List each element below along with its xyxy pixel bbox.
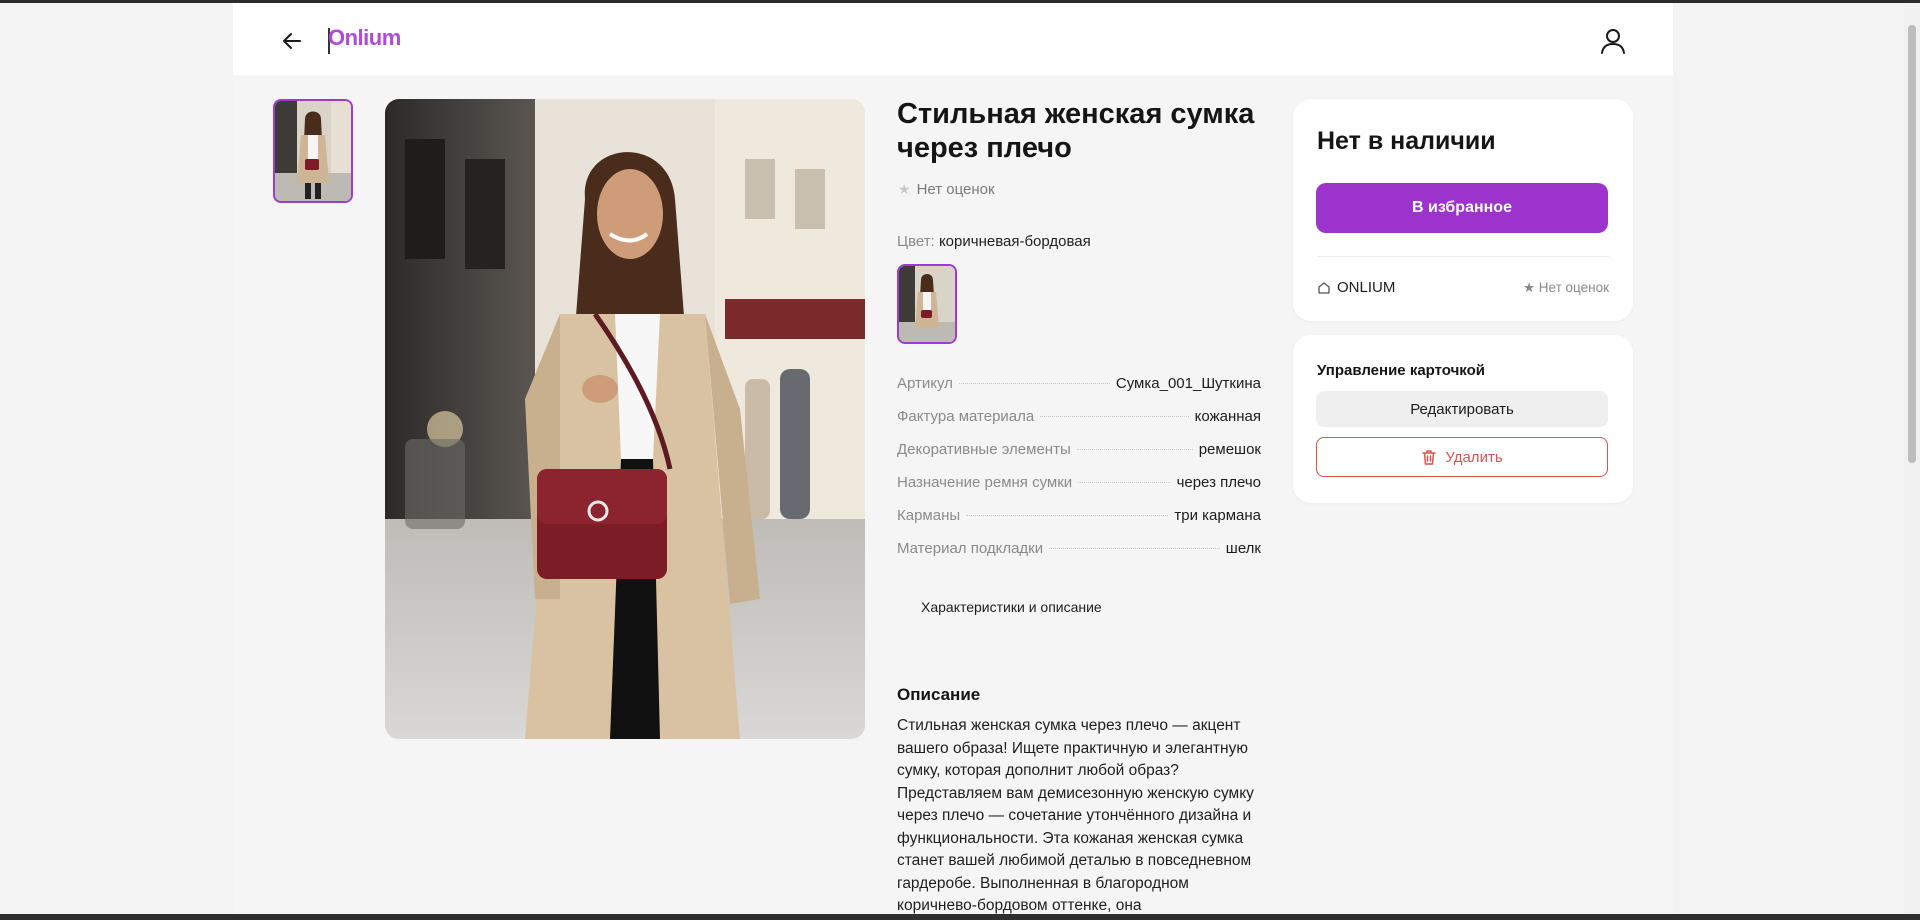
star-icon: ★: [898, 181, 911, 197]
product-thumbnail-image: [275, 101, 351, 201]
product-rating: ★ Нет оценок: [898, 181, 995, 198]
spec-key: Назначение ремня сумки: [897, 474, 1073, 491]
spec-row: Декоративные элементы ремешок: [897, 441, 1261, 474]
header: Onlium: [233, 3, 1673, 75]
description-title: Описание: [897, 685, 981, 704]
spec-key: Фактура материала: [897, 408, 1035, 425]
spec-key: Карманы: [897, 507, 961, 524]
window-bottom-border: [0, 914, 1920, 920]
description-text: Стильная женская сумка через плечо — акц…: [897, 717, 1254, 914]
color-info: Цвет: коричневая-бордовая: [897, 233, 1091, 250]
product-photo: [385, 99, 865, 739]
spec-leader: [1040, 416, 1189, 417]
user-icon: [1601, 29, 1625, 54]
spec-leader: [1049, 548, 1220, 549]
edit-button[interactable]: Редактировать: [1316, 391, 1608, 427]
delete-button[interactable]: Удалить: [1316, 437, 1608, 477]
color-variant-swatch[interactable]: [897, 264, 957, 344]
characteristics-link[interactable]: Характеристики и описание: [921, 599, 1102, 615]
spec-row: Артикул Сумка_001_Шуткина: [897, 375, 1261, 408]
spec-row: Фактура материала кожанная: [897, 408, 1261, 441]
divider: [1317, 256, 1609, 257]
color-variant-image: [899, 266, 955, 342]
spec-key: Материал подкладки: [897, 540, 1044, 557]
spec-leader: [958, 383, 1110, 384]
back-button[interactable]: [278, 27, 306, 55]
delete-label: Удалить: [1445, 448, 1503, 466]
purchase-card: Нет в наличии В избранное ONLIUM ★ Нет о…: [1293, 99, 1633, 321]
trash-icon: [1422, 449, 1437, 465]
scrollbar-thumb[interactable]: [1908, 25, 1916, 463]
spec-key: Артикул: [897, 375, 953, 392]
spec-value: через плечо: [1176, 474, 1261, 491]
add-to-favorites-button[interactable]: В избранное: [1316, 183, 1608, 233]
logo[interactable]: Onlium: [328, 25, 401, 51]
product-main-image[interactable]: [385, 99, 865, 739]
spec-value: шелк: [1225, 540, 1261, 557]
spec-row: Назначение ремня сумки через плечо: [897, 474, 1261, 507]
spec-leader: [1078, 482, 1171, 483]
spec-leader: [966, 515, 1169, 516]
user-button[interactable]: [1598, 26, 1628, 56]
stock-status: Нет в наличии: [1317, 127, 1496, 155]
spec-value: кожанная: [1194, 408, 1261, 425]
store-icon: [1318, 281, 1330, 294]
arrow-left-icon: [283, 33, 301, 49]
product-page: Onlium Стильная женская сумка через плеч…: [233, 3, 1673, 914]
color-value: коричневая-бордовая: [938, 233, 1091, 250]
seller-name: ONLIUM: [1337, 279, 1396, 296]
spec-key: Декоративные элементы: [897, 441, 1071, 458]
seller-link[interactable]: ONLIUM: [1317, 279, 1395, 296]
spec-value: три кармана: [1174, 507, 1261, 524]
spec-row: Карманы три кармана: [897, 507, 1261, 540]
rating-text: Нет оценок: [916, 181, 995, 198]
spec-value: ремешок: [1198, 441, 1261, 458]
product-title: Стильная женская сумка через плечо: [897, 98, 1255, 164]
spec-leader: [1076, 449, 1193, 450]
product-thumbnail[interactable]: [273, 99, 353, 203]
manage-card-title: Управление карточкой: [1317, 362, 1485, 379]
spec-value: Сумка_001_Шуткина: [1115, 375, 1261, 392]
specs-list: Артикул Сумка_001_Шуткина Фактура матери…: [897, 375, 1261, 573]
color-label: Цвет:: [897, 233, 935, 250]
scrollbar[interactable]: [1904, 3, 1920, 914]
manage-card: Управление карточкой Редактировать Удали…: [1293, 335, 1633, 503]
spec-row: Материал подкладки шелк: [897, 540, 1261, 573]
seller-rating: ★ Нет оценок: [1522, 280, 1609, 295]
